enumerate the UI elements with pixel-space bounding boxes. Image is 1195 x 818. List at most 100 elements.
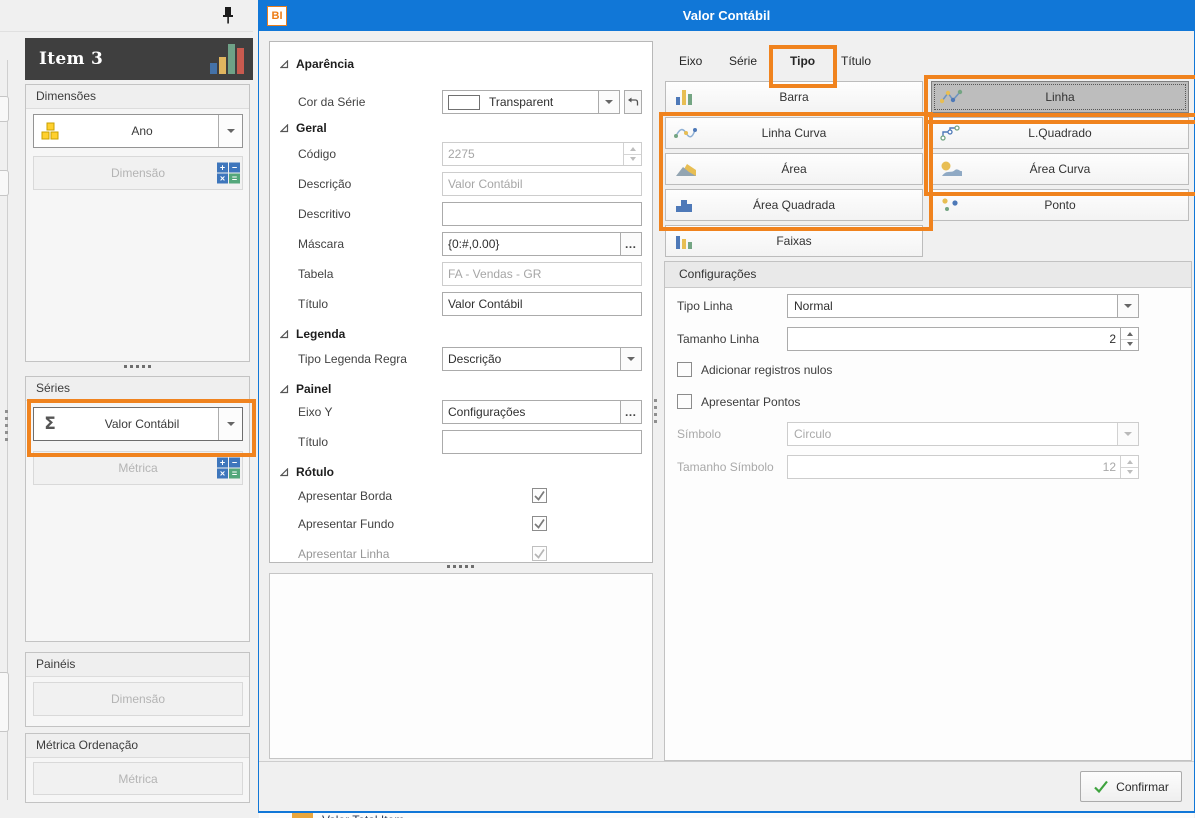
eixo-y-field[interactable]: Configurações … [442,400,642,424]
prop-label: Máscara [298,237,345,251]
apresentar-fundo-checkbox[interactable] [532,516,547,531]
tipo-legenda-combo[interactable]: Descrição [442,347,642,371]
confirm-button[interactable]: Confirmar [1080,771,1182,802]
series-value: Valor Contábil [104,417,180,431]
simbolo-combo: Circulo [787,422,1139,446]
dialog-title: Valor Contábil [682,8,771,23]
group-painel[interactable]: Painel [280,379,331,399]
chart-type-panel: Eixo Série Tipo Título Barra Linha Linha… [663,46,1192,761]
prop-label: Cor da Série [298,95,366,109]
collapse-triangle-icon [280,384,289,393]
background-legend-row: Valor Total Item [259,813,1194,818]
collapse-triangle-icon [280,59,289,68]
descritivo-field[interactable] [442,202,642,226]
group-legenda[interactable]: Legenda [280,324,345,344]
pin-icon[interactable] [221,6,235,26]
sidebar-splitter-grip[interactable] [124,365,151,368]
dropdown-arrow-icon[interactable] [620,348,641,370]
prop-label: Código [298,147,337,161]
barra-icon [674,88,696,106]
tamanho-linha-field[interactable]: 2 [787,327,1139,351]
tipo-linha-combo[interactable]: Normal [787,294,1139,318]
series-header: Séries [26,377,249,401]
grid-calc-icon[interactable]: + − × = [217,162,240,184]
spin-down-button[interactable] [1121,338,1138,351]
chart-type-area-quadrada-button[interactable]: Área Quadrada [665,189,923,221]
legend-label: Valor Total Item [322,813,404,818]
apresentar-pontos-checkbox[interactable] [677,394,692,409]
tabela-field: FA - Vendas - GR [442,262,642,286]
center-splitter-grip[interactable] [654,399,657,423]
ponto-icon [940,196,963,214]
config-header: Configurações [665,262,1191,288]
bar-chart-icon [209,41,245,78]
tab-serie[interactable]: Série [729,54,757,68]
prop-label: Eixo Y [298,405,333,419]
dialog-titlebar[interactable]: BI Valor Contábil [259,1,1194,31]
apresentar-linha-checkbox[interactable] [532,546,547,561]
chart-type-linha-curva-button[interactable]: Linha Curva [665,117,923,149]
grid-calc-icon[interactable]: + − × = [217,457,240,479]
dimension-icon [34,115,66,147]
l-quadrado-icon [940,124,963,142]
dropdown-arrow-icon[interactable] [1117,295,1138,317]
metric-drop-button[interactable]: Métrica + − × = [33,451,243,485]
panel-dimension-drop-button[interactable]: Dimensão [33,682,243,716]
tab-eixo[interactable]: Eixo [679,54,702,68]
checkbox-label: Apresentar Pontos [701,395,801,409]
dropdown-arrow-icon[interactable] [598,91,619,113]
codigo-field: 2275 [442,142,642,166]
chart-type-area-button[interactable]: Área [665,153,923,185]
config-group: Configurações Tipo Linha Normal Tamanho … [664,261,1192,761]
tab-tipo[interactable]: Tipo [790,54,815,68]
group-rotulo[interactable]: Rótulo [280,462,334,482]
area-curva-icon [940,160,963,178]
check-icon [534,491,545,501]
ellipsis-button[interactable]: … [620,233,641,255]
collapse-triangle-icon [280,123,289,132]
hidden-panel-stub [0,672,9,732]
chart-type-l-quadrado-button[interactable]: L.Quadrado [931,117,1189,149]
spinner[interactable] [1120,328,1138,350]
left-splitter-grip[interactable] [5,410,8,441]
series-valor-contabil-combo[interactable]: Σ Valor Contábil [33,407,243,441]
chart-type-area-curva-button[interactable]: Área Curva [931,153,1189,185]
screen: Item 3 Dimensões Ano Dimensão + − × = Sé… [0,0,1195,818]
chart-type-ponto-button[interactable]: Ponto [931,189,1189,221]
cor-da-serie-combo[interactable]: Transparent [442,90,620,114]
dimension-drop-button[interactable]: Dimensão + − × = [33,156,243,190]
checkbox-label: Adicionar registros nulos [701,363,833,377]
linha-curva-icon [674,124,697,142]
spin-up-button[interactable] [1121,328,1138,339]
mascara-field[interactable]: {0:#,0.00} … [442,232,642,256]
item-title: Item 3 [39,49,104,69]
hidden-panel-stub [0,170,9,196]
adicionar-nulos-checkbox[interactable] [677,362,692,377]
dialog-valor-contabil: BI Valor Contábil Aparência Cor da Série… [258,0,1195,813]
ellipsis-button[interactable]: … [620,401,641,423]
chart-type-linha-button[interactable]: Linha [931,81,1189,113]
reset-color-button[interactable] [624,90,642,114]
metric-order-drop-button[interactable]: Métrica [33,762,243,795]
color-swatch [448,94,480,110]
apresentar-borda-checkbox[interactable] [532,488,547,503]
dimension-ano-combo[interactable]: Ano [33,114,243,148]
chart-type-faixas-button[interactable]: Faixas [665,225,923,257]
panels-header: Painéis [26,653,249,677]
undo-arrow-icon [628,97,639,105]
dimensions-header: Dimensões [26,85,249,109]
dropdown-arrow-icon[interactable] [218,115,242,147]
legend-color-swatch [292,813,313,818]
config-label: Tipo Linha [677,299,733,313]
tab-titulo[interactable]: Título [841,54,871,68]
dropdown-arrow-icon[interactable] [218,408,242,440]
linha-icon [940,88,963,106]
group-aparencia[interactable]: Aparência [280,54,354,74]
faixas-icon [674,232,696,250]
chart-type-barra-button[interactable]: Barra [665,81,923,113]
prop-label: Descritivo [298,207,351,221]
props-splitter-grip[interactable] [447,565,474,568]
painel-titulo-field[interactable] [442,430,642,454]
group-geral[interactable]: Geral [280,118,327,138]
titulo-field[interactable]: Valor Contábil [442,292,642,316]
